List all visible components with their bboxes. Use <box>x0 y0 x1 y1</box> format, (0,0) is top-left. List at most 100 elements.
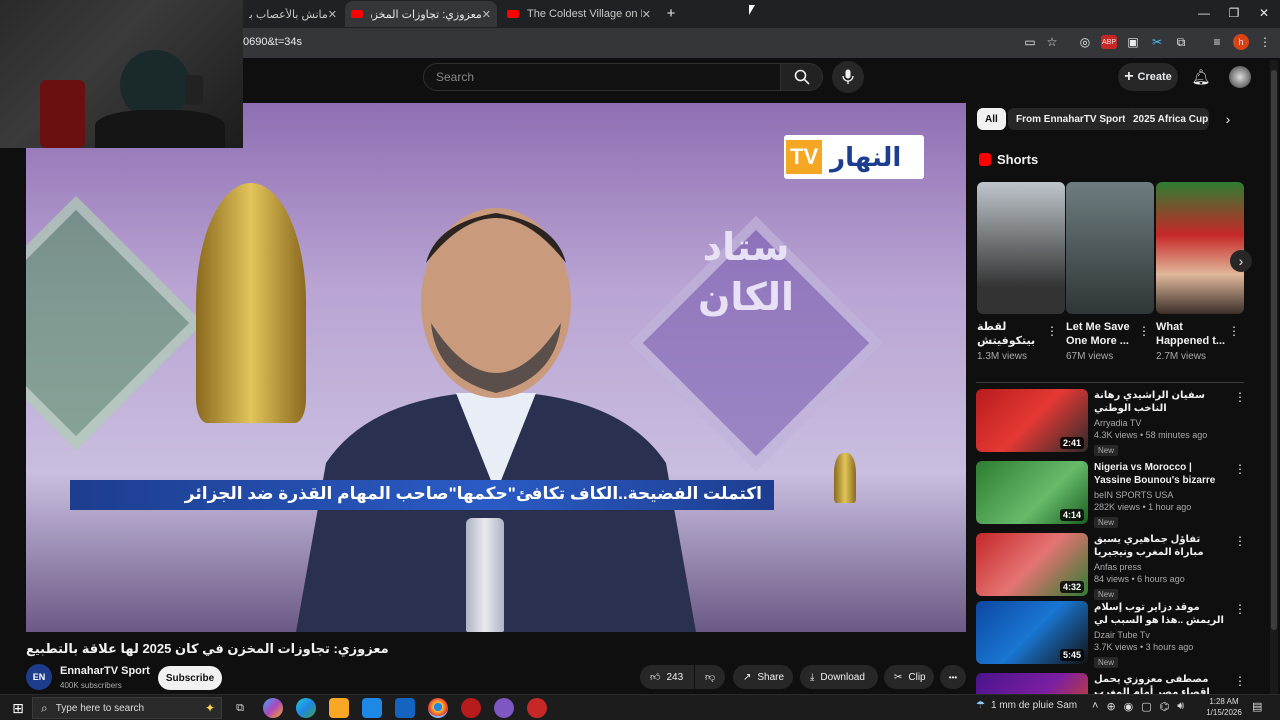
clock[interactable]: 1:28 AM 1/15/2026 <box>1202 696 1246 718</box>
chrome-browser-icon[interactable] <box>428 698 448 718</box>
video-thumbnail[interactable]: 2:41 <box>976 389 1088 452</box>
cast-icon[interactable]: ▭ <box>1022 34 1038 50</box>
video-thumbnail[interactable]: 4:32 <box>976 533 1088 596</box>
more-actions-button[interactable]: ••• <box>940 665 966 689</box>
browser-tab[interactable]: The Coldest Village on Earth: O ✕ <box>501 1 657 27</box>
channel-avatar[interactable]: EN <box>26 664 52 690</box>
close-window-button[interactable]: ✕ <box>1254 4 1274 22</box>
edge-browser-icon[interactable] <box>296 698 316 718</box>
short-thumbnail[interactable] <box>1156 182 1244 314</box>
more-options-icon[interactable]: ⋮ <box>1234 390 1246 404</box>
clip-button[interactable]: ✂ Clip <box>884 665 934 689</box>
download-button[interactable]: ⤓ Download <box>800 665 878 689</box>
new-tab-button[interactable]: + <box>662 4 680 22</box>
close-icon[interactable]: ✕ <box>642 8 651 21</box>
url-field[interactable]: 0690&t=34s <box>243 36 302 48</box>
video-title-link[interactable]: موقد دزاير توب إسلام الريمش ..هذا هو الس… <box>1094 601 1228 627</box>
chip-africa-cup[interactable]: 2025 Africa Cup o <box>1125 108 1209 130</box>
obs-recording-icon[interactable] <box>527 698 547 718</box>
more-options-icon[interactable]: ⋮ <box>1138 324 1150 338</box>
browser-tab-active[interactable]: معزوزي: تجاوزات المخزن في كان ✕ <box>345 1 497 27</box>
more-options-icon[interactable]: ⋮ <box>1234 534 1246 548</box>
search-input[interactable]: Search <box>423 63 781 91</box>
channel-name[interactable]: EnnaharTV Sport <box>60 665 150 677</box>
video-title-link[interactable]: تفاؤل جماهيري يسبق مباراة المغرب ونيجيري… <box>1094 533 1228 559</box>
scrollbar-thumb[interactable] <box>1271 70 1277 630</box>
volume-icon[interactable]: 🔊︎ <box>1177 700 1184 713</box>
video-title-link[interactable]: سفيان الراشيدي رهانة الناخب الوطني وليد_… <box>1094 389 1228 415</box>
app-icon[interactable] <box>461 698 481 718</box>
copilot-icon[interactable] <box>263 698 283 718</box>
tray-app-icon[interactable]: ◉ <box>1124 700 1134 713</box>
task-view-icon[interactable]: ⧉ <box>230 698 250 718</box>
close-icon[interactable]: ✕ <box>482 8 491 21</box>
more-options-icon[interactable]: ⋮ <box>1234 462 1246 476</box>
mail-icon[interactable] <box>395 698 415 718</box>
chip-all[interactable]: All <box>977 108 1006 130</box>
recommendation-item[interactable]: 5:45 موقد دزاير توب إسلام الريمش ..هذا ه… <box>976 601 1248 669</box>
voice-search-button[interactable] <box>832 61 864 93</box>
share-button[interactable]: ↗ Share <box>733 665 793 689</box>
short-title[interactable]: What Happened t... <box>1156 320 1226 348</box>
profile-avatar[interactable]: h <box>1233 34 1249 50</box>
divider <box>976 382 1244 383</box>
video-thumbnail[interactable] <box>976 673 1088 694</box>
discord-icon[interactable] <box>494 698 514 718</box>
recommendation-item[interactable]: 4:14 Nigeria vs Morocco | Yassine Bounou… <box>976 461 1248 529</box>
dislike-button[interactable]: 👎︎ <box>695 665 725 689</box>
video-thumbnail[interactable]: 5:45 <box>976 601 1088 664</box>
network-icon[interactable]: ⌬ <box>1160 700 1170 713</box>
tray-app-icon[interactable]: ▢ <box>1141 700 1151 713</box>
chevron-right-icon[interactable]: › <box>1220 110 1236 128</box>
notifications-bell-icon[interactable]: 🔔︎ <box>1191 67 1211 87</box>
reading-list-icon[interactable]: ≡ <box>1209 34 1225 50</box>
channel-name[interactable]: beIN SPORTS USA <box>1094 490 1228 500</box>
store-icon[interactable] <box>362 698 382 718</box>
search-button[interactable] <box>781 63 823 91</box>
channel-name[interactable]: Dzair Tube Tv <box>1094 630 1228 640</box>
close-icon[interactable]: ✕ <box>328 8 337 21</box>
channel-name[interactable]: Arryadia TV <box>1094 418 1228 428</box>
restore-button[interactable]: ❐ <box>1224 4 1244 22</box>
extension-icon[interactable]: ▣ <box>1125 34 1141 50</box>
create-button[interactable]: + Create <box>1118 63 1178 91</box>
browser-menu-icon[interactable]: ⋮ <box>1257 34 1273 50</box>
short-title[interactable]: Let Me Save One More ... <box>1066 320 1136 348</box>
account-avatar[interactable] <box>1229 66 1251 88</box>
recommendation-item[interactable]: 4:32 تفاؤل جماهيري يسبق مباراة المغرب ون… <box>976 533 1248 601</box>
weather-widget[interactable]: ☂ 1 mm de pluie Sam <box>976 700 1077 711</box>
video-title-link[interactable]: مصطفى معزوزي يحمل إقصاء مصر أمام المغرب … <box>1094 673 1228 694</box>
system-tray[interactable]: ˄ ⊕ ◉ ▢ ⌬ 🔊︎ <box>1092 700 1184 713</box>
chip-from-channel[interactable]: From EnnaharTV Sport <box>1008 108 1134 130</box>
page-scrollbar[interactable] <box>1270 60 1278 694</box>
more-options-icon[interactable]: ⋮ <box>1234 674 1246 688</box>
tray-app-icon[interactable]: ⊕ <box>1106 700 1115 713</box>
browser-tab[interactable]: مانش بالأعصاب بالضغط ✕ <box>243 1 343 27</box>
file-explorer-icon[interactable] <box>329 698 349 718</box>
more-options-icon[interactable]: ⋮ <box>1228 324 1240 338</box>
video-thumbnail[interactable]: 4:14 <box>976 461 1088 524</box>
recommendation-item[interactable]: 2:41 سفيان الراشيدي رهانة الناخب الوطني … <box>976 389 1248 457</box>
minimize-button[interactable]: — <box>1194 4 1214 22</box>
notification-center-icon[interactable]: ▤ <box>1252 700 1266 714</box>
video-title-link[interactable]: Nigeria vs Morocco | Yassine Bounou's bi… <box>1094 461 1228 487</box>
chevron-up-icon[interactable]: ˄ <box>1092 700 1098 713</box>
short-thumbnail[interactable] <box>977 182 1065 314</box>
short-title[interactable]: لقطة بيتكوفيتش مع حجاج 😮 أعلق <box>977 320 1047 348</box>
extension-icon[interactable]: ◎ <box>1077 34 1093 50</box>
channel-name[interactable]: Anfas press <box>1094 562 1228 572</box>
extension-icon[interactable]: ✂ <box>1149 34 1165 50</box>
puzzle-icon[interactable]: ⧉ <box>1173 34 1189 50</box>
recommendation-item[interactable]: مصطفى معزوزي يحمل إقصاء مصر أمام المغرب … <box>976 673 1248 694</box>
windows-start-icon[interactable]: ⊞ <box>8 698 28 718</box>
like-button[interactable]: 👍︎ 243 <box>640 665 694 689</box>
bookmark-star-icon[interactable]: ☆ <box>1044 34 1060 50</box>
adblock-extension-icon[interactable]: ABP <box>1101 35 1117 49</box>
more-options-icon[interactable]: ⋮ <box>1046 324 1058 338</box>
video-player[interactable]: ستاد الكان TV النهار اكتملت الفضيحة..الك… <box>26 103 966 632</box>
subscribe-button[interactable]: Subscribe <box>158 666 222 690</box>
taskbar-search-box[interactable]: ⌕ Type here to search ✦ <box>32 697 222 719</box>
shorts-next-button[interactable]: › <box>1230 250 1252 272</box>
more-options-icon[interactable]: ⋮ <box>1234 602 1246 616</box>
short-thumbnail[interactable] <box>1066 182 1154 314</box>
